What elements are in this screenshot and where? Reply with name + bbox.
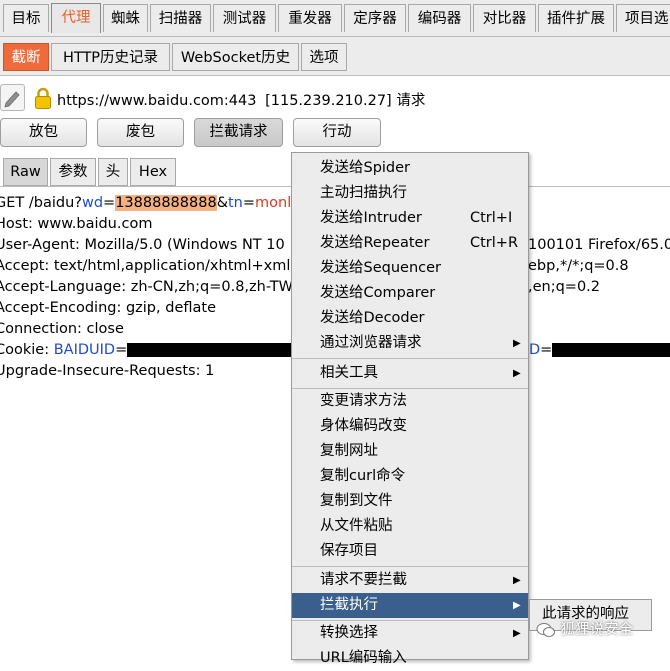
header-accept-tail: ebp,*/*;q=0.8 bbox=[528, 258, 629, 274]
tab-repeater[interactable]: 重发器 bbox=[278, 4, 342, 32]
tab-sequencer[interactable]: 定序器 bbox=[344, 4, 406, 32]
header-accept-language: Accept-Language: zh-CN,zh;q=0.8,zh-TW bbox=[0, 279, 293, 295]
menu-send-to-repeater[interactable]: 发送给Repeater Ctrl+R bbox=[292, 231, 528, 256]
menu-copy-curl[interactable]: 复制curl命令 bbox=[292, 464, 528, 489]
forward-button[interactable]: 放包 bbox=[0, 118, 87, 147]
header-user-agent: User-Agent: Mozilla/5.0 (Windows NT 10 bbox=[0, 237, 285, 253]
request-url-host: https://www.baidu.com:443 bbox=[57, 93, 257, 109]
wechat-icon bbox=[536, 623, 555, 637]
menu-separator bbox=[292, 566, 528, 567]
request-ip: [115.239.210.27] bbox=[265, 93, 392, 109]
header-upgrade-insecure: Upgrade-Insecure-Requests: 1 bbox=[0, 363, 215, 379]
highlighted-value: 13888888888 bbox=[115, 195, 217, 211]
menu-request-in-browser[interactable]: 通过浏览器请求 ▶ bbox=[292, 331, 528, 356]
menu-send-to-sequencer[interactable]: 发送给Sequencer bbox=[292, 256, 528, 281]
tab-extender[interactable]: 插件扩展 bbox=[538, 4, 614, 32]
menu-url-encode-as-you-type[interactable]: URL编码输入 bbox=[292, 646, 528, 671]
action-button[interactable]: 行动 bbox=[293, 118, 381, 147]
shortcut-ctrl-i: Ctrl+I bbox=[470, 210, 513, 226]
edit-button[interactable] bbox=[0, 84, 25, 111]
tab-scanner[interactable]: 扫描器 bbox=[150, 4, 211, 32]
lock-icon bbox=[35, 87, 51, 109]
submenu-arrow-icon: ▶ bbox=[513, 338, 521, 349]
tab-spider[interactable]: 蜘蛛 bbox=[103, 4, 148, 32]
header-connection: Connection: close bbox=[0, 321, 124, 337]
header-cookie: Cookie: BAIDUID= bbox=[0, 340, 303, 361]
header-accept-language-tail: ,en;q=0.2 bbox=[528, 279, 601, 295]
tab-websocket-history[interactable]: WebSocket历史 bbox=[172, 43, 299, 71]
menu-copy-to-file[interactable]: 复制到文件 bbox=[292, 489, 528, 514]
tab-raw[interactable]: Raw bbox=[3, 158, 48, 186]
menu-change-body-encoding[interactable]: 身体编码改变 bbox=[292, 414, 528, 439]
tab-options[interactable]: 选项 bbox=[301, 43, 347, 71]
menu-send-to-comparer[interactable]: 发送给Comparer bbox=[292, 281, 528, 306]
request-line: GET /baidu?wd=13888888888&tn=monl bbox=[0, 195, 292, 211]
submenu-arrow-icon: ▶ bbox=[513, 368, 521, 379]
menu-do-intercept[interactable]: 拦截执行 ▶ bbox=[292, 593, 528, 618]
main-tab-bar: 目标 代理 蜘蛛 扫描器 测试器 重发器 定序器 编码器 对比器 插件扩展 项目… bbox=[0, 0, 670, 37]
proxy-sub-tab-bar: 截断 HTTP历史记录 WebSocket历史 选项 bbox=[0, 37, 670, 76]
header-cookie-tail: D= bbox=[529, 340, 670, 361]
tab-comparer[interactable]: 对比器 bbox=[473, 4, 536, 32]
tab-decoder[interactable]: 编码器 bbox=[408, 4, 471, 32]
shortcut-ctrl-r: Ctrl+R bbox=[470, 235, 519, 251]
menu-send-to-spider[interactable]: 发送给Spider bbox=[292, 156, 528, 181]
menu-change-request-method[interactable]: 变更请求方法 bbox=[292, 389, 528, 414]
tab-intercept[interactable]: 截断 bbox=[3, 43, 49, 71]
tab-http-history[interactable]: HTTP历史记录 bbox=[51, 43, 170, 71]
header-accept-encoding: Accept-Encoding: gzip, deflate bbox=[0, 300, 216, 316]
header-user-agent-tail: 100101 Firefox/65.0 bbox=[528, 237, 670, 253]
tab-hex[interactable]: Hex bbox=[130, 158, 176, 186]
submenu-arrow-icon: ▶ bbox=[513, 628, 521, 639]
tab-headers[interactable]: 头 bbox=[98, 158, 128, 186]
submenu-arrow-icon: ▶ bbox=[513, 575, 521, 586]
request-label: 请求 bbox=[396, 93, 426, 109]
menu-separator bbox=[292, 358, 528, 359]
redacted-cookie-value-2 bbox=[552, 343, 670, 357]
watermark: 狐狸说安全 bbox=[536, 616, 633, 644]
menu-engagement-tools[interactable]: 相关工具 ▶ bbox=[292, 361, 528, 386]
request-url: https://www.baidu.com:443 [115.239.210.2… bbox=[57, 89, 425, 110]
redacted-cookie-value bbox=[127, 343, 303, 357]
menu-save-item[interactable]: 保存项目 bbox=[292, 539, 528, 564]
menu-active-scan[interactable]: 主动扫描执行 bbox=[292, 181, 528, 206]
menu-paste-from-file[interactable]: 从文件粘贴 bbox=[292, 514, 528, 539]
context-menu: 发送给Spider 主动扫描执行 发送给Intruder Ctrl+I 发送给Re… bbox=[291, 152, 529, 666]
tab-params[interactable]: 参数 bbox=[50, 158, 96, 186]
tab-intruder[interactable]: 测试器 bbox=[213, 4, 276, 32]
tab-proxy[interactable]: 代理 bbox=[51, 3, 101, 33]
pencil-icon bbox=[4, 91, 20, 108]
header-accept: Accept: text/html,application/xhtml+xml bbox=[0, 258, 291, 274]
header-host: Host: www.baidu.com bbox=[0, 216, 153, 232]
menu-convert-selection[interactable]: 转换选择 ▶ bbox=[292, 621, 528, 646]
request-info-row: https://www.baidu.com:443 [115.239.210.2… bbox=[0, 80, 670, 118]
tab-target[interactable]: 目标 bbox=[3, 4, 49, 32]
intercept-toggle-button[interactable]: 拦截请求 bbox=[194, 118, 283, 147]
menu-copy-url[interactable]: 复制网址 bbox=[292, 439, 528, 464]
menu-dont-intercept[interactable]: 请求不要拦截 ▶ bbox=[292, 568, 528, 593]
menu-send-to-decoder[interactable]: 发送给Decoder bbox=[292, 306, 528, 331]
drop-button[interactable]: 废包 bbox=[97, 118, 184, 147]
watermark-text: 狐狸说安全 bbox=[560, 622, 634, 638]
tab-project-options[interactable]: 项目选 bbox=[616, 4, 670, 32]
submenu-arrow-icon: ▶ bbox=[513, 600, 521, 611]
menu-send-to-intruder[interactable]: 发送给Intruder Ctrl+I bbox=[292, 206, 528, 231]
